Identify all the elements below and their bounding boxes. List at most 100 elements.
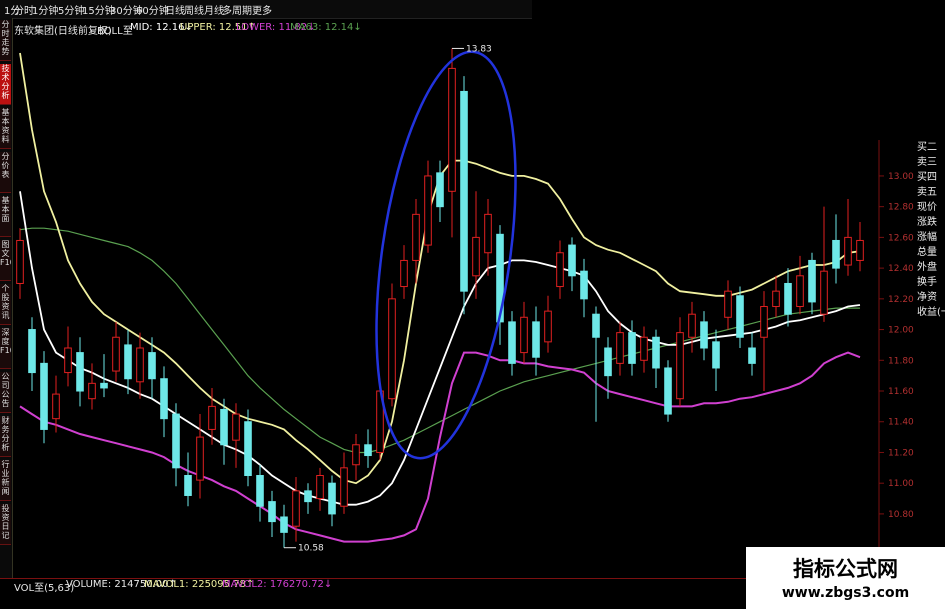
left-tab-5[interactable]: 图文F10	[0, 240, 11, 281]
y-tick-label: 11.00	[888, 479, 914, 489]
candle	[568, 237, 576, 292]
candle-body	[820, 270, 828, 315]
candle	[472, 191, 480, 299]
quote-field-0: 买二	[917, 142, 937, 153]
candle-body	[388, 298, 396, 400]
candle-body	[424, 175, 432, 246]
candle-body	[700, 321, 708, 349]
candle-body	[628, 332, 636, 364]
left-tab-10[interactable]: 行业新闻	[0, 460, 11, 501]
tab-period-10[interactable]: 多周期	[222, 2, 252, 17]
candle	[532, 306, 540, 376]
candle	[748, 332, 756, 376]
candle-body	[268, 501, 276, 523]
candle-body	[244, 421, 252, 477]
candle-body	[616, 332, 624, 364]
period-tab-bar: 1分 分时 1分钟 5分钟 15分钟 30分钟 60分钟 日线 周线 月线 多周期 更多	[0, 0, 532, 19]
left-tab-6[interactable]: 个股资讯	[0, 284, 11, 325]
candle	[280, 504, 288, 548]
candle-body	[400, 259, 408, 288]
candle-body	[112, 336, 120, 372]
candle-body	[676, 332, 684, 400]
tab-period-2[interactable]: 1分钟	[32, 2, 58, 17]
candle-body	[208, 405, 216, 430]
candle-body	[772, 290, 780, 308]
quote-field-3: 卖五	[917, 187, 937, 198]
candle-group	[16, 48, 864, 548]
quote-field-panel: 买二卖三买四卖五现价涨跌涨幅总量外盘换手净资收益(一)	[916, 140, 945, 345]
candle-body	[160, 378, 168, 420]
candle-body	[352, 444, 360, 466]
left-tab-2[interactable]: 基本资料	[0, 108, 11, 149]
candle-body	[28, 329, 36, 374]
y-tick-label: 10.80	[888, 510, 914, 520]
candle-body	[724, 290, 732, 318]
left-tab-1[interactable]: 技术分析	[0, 64, 11, 105]
quote-field-5: 涨跌	[917, 217, 937, 228]
candle	[124, 329, 132, 395]
candle-body	[88, 382, 96, 400]
tab-period-8[interactable]: 周线	[184, 2, 204, 17]
tab-period-1[interactable]: 分时	[14, 2, 34, 17]
candle	[388, 283, 396, 407]
tab-period-9[interactable]: 月线	[204, 2, 224, 17]
candle-body	[76, 352, 84, 392]
candle	[856, 222, 864, 272]
candle	[772, 275, 780, 318]
candle	[736, 286, 744, 348]
watermark-url: www.zbgs3.com	[781, 585, 910, 601]
candle	[268, 490, 276, 537]
tab-period-6[interactable]: 60分钟	[136, 2, 169, 17]
tab-period-11[interactable]: 更多	[252, 2, 272, 17]
y-tick-label: 12.40	[888, 264, 914, 274]
y-tick-label: 11.40	[888, 418, 914, 428]
y-tick-label: 12.80	[888, 203, 914, 213]
candle	[316, 467, 324, 511]
left-tab-11[interactable]: 投资日记	[0, 504, 11, 545]
candle	[460, 76, 468, 315]
tab-period-7[interactable]: 日线	[165, 2, 185, 17]
candle-body	[532, 321, 540, 358]
quote-field-1: 卖三	[917, 157, 937, 168]
left-tab-8[interactable]: 公司公告	[0, 372, 11, 413]
candle	[724, 280, 732, 330]
candle	[304, 483, 312, 514]
candle	[628, 320, 636, 376]
candle	[652, 329, 660, 388]
high-annotation-label: 13.83	[466, 44, 492, 54]
left-tab-3[interactable]: 分价表	[0, 152, 11, 193]
kline-chart: 13.00 12.80 12.60 12.40 12.20 12.00 11.80 11.60…	[16, 44, 914, 560]
candle	[328, 475, 336, 527]
series-line-upper	[19, 52, 861, 485]
y-tick-label: 12.60	[888, 233, 914, 243]
candle-body	[784, 282, 792, 315]
mavol2-value: MAVOL2: 176270.72↓	[222, 579, 333, 590]
candle	[184, 452, 192, 507]
candle-body	[856, 239, 864, 261]
left-tab-9[interactable]: 财务分析	[0, 416, 11, 457]
left-tab-4[interactable]: 基本面	[0, 196, 11, 237]
candle	[520, 301, 528, 364]
left-tab-7[interactable]: 深度F10	[0, 328, 11, 369]
candle	[100, 354, 108, 398]
candle-body	[760, 306, 768, 338]
candle-body	[688, 313, 696, 338]
boll-label[interactable]: BOLL至	[97, 22, 133, 37]
candle	[352, 434, 360, 481]
left-tab-0[interactable]: 分时走势	[0, 20, 11, 61]
candle	[160, 366, 168, 438]
quote-field-8: 外盘	[917, 262, 937, 273]
candle-body	[148, 352, 156, 380]
tab-period-3[interactable]: 5分钟	[58, 2, 84, 17]
candle	[808, 252, 816, 315]
candle-body	[124, 344, 132, 380]
quote-field-9: 换手	[917, 277, 937, 288]
candle-body	[412, 213, 420, 261]
candle	[244, 409, 252, 487]
candle-body	[592, 313, 600, 338]
y-tick-label: 12.20	[888, 295, 914, 305]
candle	[508, 311, 516, 376]
candle-body	[172, 413, 180, 469]
candle-body	[664, 367, 672, 415]
candle	[796, 255, 804, 315]
